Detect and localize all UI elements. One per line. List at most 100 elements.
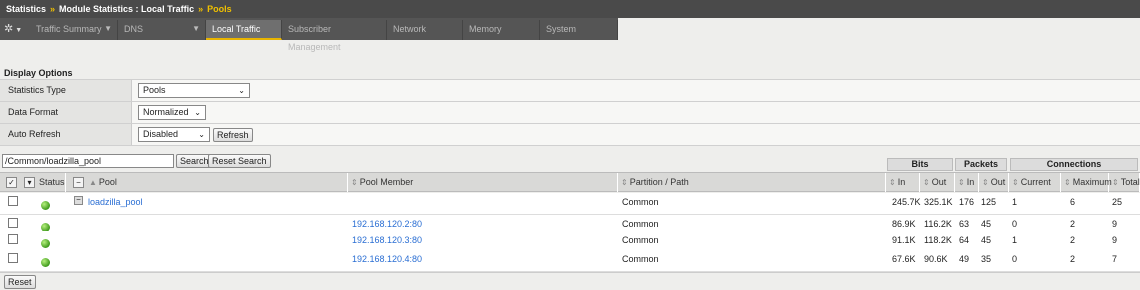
chevron-down-icon: ⌄: [194, 108, 201, 117]
packets-out-cell: 125: [981, 197, 997, 207]
pool-member-link[interactable]: 192.168.120.3:80: [352, 231, 422, 252]
status-available-icon: [41, 239, 50, 248]
total-connections-cell: 7: [1112, 254, 1118, 264]
status-available-icon: [41, 258, 50, 267]
gear-menu-button[interactable]: ✲ ▼: [4, 20, 30, 38]
partition-cell: Common: [622, 197, 659, 207]
bits-in-cell: 245.7K: [892, 197, 921, 207]
packets-out-cell: 35: [981, 254, 992, 264]
tab-memory[interactable]: Memory: [463, 20, 540, 40]
column-partition-path[interactable]: ⇕ Partition / Path: [618, 173, 886, 192]
collapse-pool-icon[interactable]: −: [74, 196, 83, 205]
table-footer: Reset: [0, 272, 1140, 290]
sort-icon: ⇕: [1012, 178, 1019, 187]
column-total[interactable]: ⇕ Total: [1109, 173, 1140, 192]
total-connections-cell: 25: [1112, 197, 1123, 207]
packets-out-cell: 45: [981, 235, 992, 245]
chevron-down-icon: ▼: [192, 24, 200, 33]
column-pool-member[interactable]: ⇕ Pool Member: [348, 173, 618, 192]
tab-subscriber-management[interactable]: Subscriber Management: [282, 20, 387, 52]
pool-name-link[interactable]: loadzilla_pool: [88, 193, 143, 214]
option-row-data-format: Data Format Normalized ⌄: [0, 101, 1140, 123]
pool-member-link[interactable]: 192.168.120.4:80: [352, 250, 422, 271]
column-packets-in[interactable]: ⇕ In: [955, 173, 979, 192]
tab-local-traffic[interactable]: Local Traffic: [206, 20, 282, 40]
bits-group-header: Bits: [887, 158, 953, 171]
sort-icon: ⇕: [1112, 178, 1119, 187]
maximum-connections-cell: 2: [1070, 254, 1076, 264]
tab-network[interactable]: Network: [387, 20, 463, 40]
row-checkbox[interactable]: [8, 196, 18, 206]
partition-cell: Common: [622, 254, 659, 264]
packets-in-cell: 64: [959, 235, 970, 245]
maximum-connections-cell: 6: [1070, 197, 1076, 207]
reset-search-button[interactable]: Reset Search: [208, 154, 271, 168]
refresh-button[interactable]: Refresh: [213, 128, 253, 142]
bits-in-cell: 91.1K: [892, 235, 916, 245]
column-bits-in[interactable]: ⇕ In: [886, 173, 920, 192]
column-status[interactable]: Status: [36, 173, 66, 192]
breadcrumb-separator: »: [50, 4, 56, 14]
current-connections-cell: 1: [1012, 235, 1018, 245]
bits-out-cell: 118.2K: [924, 235, 952, 245]
option-row-statistics-type: Statistics Type Pools ⌄: [0, 79, 1140, 101]
maximum-connections-cell: 2: [1070, 235, 1076, 245]
chevron-down-icon: ▼: [15, 27, 23, 34]
row-checkbox[interactable]: [8, 253, 18, 263]
sort-icon: ⇕: [982, 178, 989, 187]
chevron-down-icon: ⌄: [238, 86, 245, 95]
breadcrumb-module-statistics[interactable]: Module Statistics : Local Traffic: [59, 4, 194, 14]
sort-icon: ⇕: [621, 178, 628, 187]
sort-asc-icon: ▲: [89, 178, 97, 187]
column-current[interactable]: ⇕ Current: [1009, 173, 1061, 192]
option-row-auto-refresh: Auto Refresh Disabled ⌄ Refresh: [0, 123, 1140, 146]
sort-icon: ⇕: [889, 178, 896, 187]
statistics-type-select[interactable]: Pools ⌄: [138, 83, 250, 98]
breadcrumb: Statistics» Module Statistics : Local Tra…: [0, 0, 1140, 18]
sort-icon: ⇕: [958, 178, 965, 187]
sort-icon: ⇕: [1064, 178, 1071, 187]
status-available-icon: [41, 201, 50, 210]
breadcrumb-current: Pools: [207, 4, 232, 14]
column-bits-out[interactable]: ⇕ Out: [920, 173, 955, 192]
chevron-down-icon: ▼: [104, 24, 112, 33]
data-format-select[interactable]: Normalized ⌄: [138, 105, 206, 120]
collapse-all-button[interactable]: −: [73, 177, 84, 188]
column-packets-out[interactable]: ⇕ Out: [979, 173, 1009, 192]
tab-traffic-summary[interactable]: Traffic Summary ▼: [30, 20, 118, 40]
column-pool[interactable]: ▲ Pool: [86, 173, 348, 192]
partition-cell: Common: [622, 235, 659, 245]
statistics-type-label: Statistics Type: [0, 80, 132, 101]
tab-system[interactable]: System: [540, 20, 618, 40]
auto-refresh-select[interactable]: Disabled ⌄: [138, 127, 210, 142]
bits-out-cell: 325.1K: [924, 197, 953, 207]
reset-button[interactable]: Reset: [4, 275, 36, 289]
search-input[interactable]: /Common/loadzilla_pool: [2, 154, 174, 168]
tab-bar: ✲ ▼ Traffic Summary ▼ DNS ▼ Local Traffic S…: [0, 18, 618, 52]
row-checkbox[interactable]: [8, 218, 18, 228]
gear-icon: ✲: [4, 23, 14, 35]
bits-in-cell: 67.6K: [892, 254, 916, 264]
connections-group-header: Connections: [1010, 158, 1138, 171]
row-checkbox[interactable]: [8, 234, 18, 244]
table-row: 192.168.120.4:80 Common 67.6K 90.6K 49 3…: [0, 250, 1140, 272]
auto-refresh-label: Auto Refresh: [0, 124, 132, 145]
table-row: − loadzilla_pool Common 245.7K 325.1K 17…: [0, 193, 1140, 215]
breadcrumb-statistics[interactable]: Statistics: [6, 4, 46, 14]
total-connections-cell: 9: [1112, 235, 1118, 245]
breadcrumb-separator: »: [198, 4, 204, 14]
chevron-down-icon: ⌄: [198, 130, 205, 139]
display-options-title: Display Options: [4, 68, 73, 78]
tab-dns[interactable]: DNS ▼: [118, 20, 206, 40]
current-connections-cell: 0: [1012, 254, 1018, 264]
sort-icon: ⇕: [923, 178, 930, 187]
select-all-checkbox[interactable]: ✓: [6, 177, 17, 188]
table-header: ✓ ▾ Status − ▲ Pool ⇕ Pool Member ⇕ Partiti…: [0, 172, 1140, 192]
current-connections-cell: 1: [1012, 197, 1018, 207]
packets-group-header: Packets: [955, 158, 1007, 171]
sort-icon: ⇕: [351, 178, 358, 187]
column-maximum[interactable]: ⇕ Maximum: [1061, 173, 1112, 192]
status-filter-menu[interactable]: ▾: [24, 177, 35, 188]
data-format-label: Data Format: [0, 102, 132, 123]
packets-in-cell: 49: [959, 254, 970, 264]
